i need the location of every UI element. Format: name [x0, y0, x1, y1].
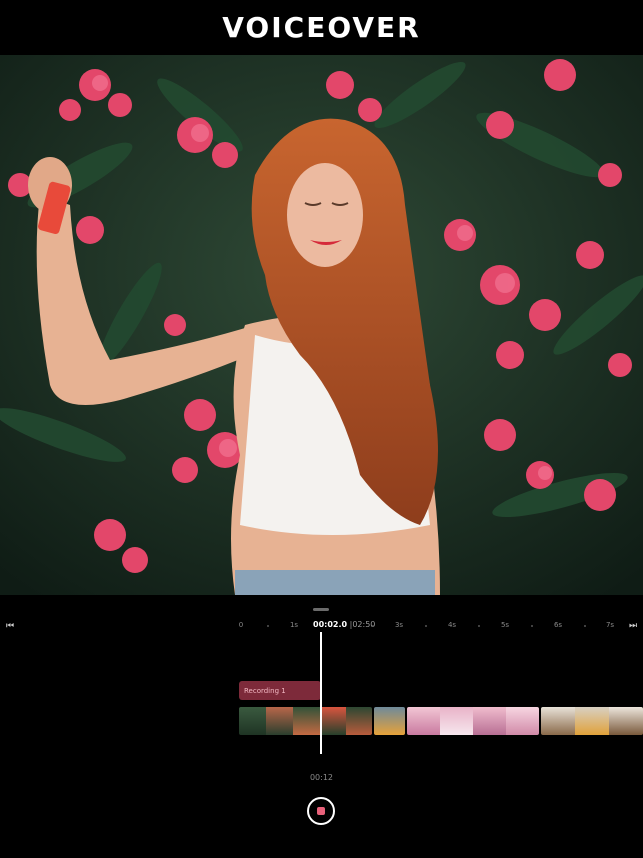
timeline-ruler[interactable]: ⏮ 0 1s 00:02.0 |02:50 3s 4s 5s 6s 7s ⏭ — [0, 619, 643, 633]
clip-thumbnail — [346, 707, 372, 735]
tick-dot — [267, 625, 269, 627]
page-title: VOICEOVER — [222, 11, 421, 44]
clip-thumbnail — [374, 707, 405, 735]
video-clip-2[interactable] — [374, 707, 405, 735]
clip-thumbnail — [541, 707, 575, 735]
current-time: 00:02.0 — [313, 620, 348, 629]
clip-thumbnail — [440, 707, 473, 735]
tick-dot — [425, 625, 427, 627]
elapsed-time: 00:12 — [309, 773, 334, 782]
clip-thumbnail — [293, 707, 320, 735]
tick-dot — [584, 625, 586, 627]
tick-label: 5s — [500, 621, 510, 629]
video-clip-1[interactable] — [239, 707, 372, 735]
clip-thumbnail — [320, 707, 346, 735]
tick-label: 6s — [553, 621, 563, 629]
recording-clip[interactable]: Recording 1 — [239, 681, 321, 700]
record-button[interactable] — [307, 797, 335, 825]
tick-label: 3s — [394, 621, 404, 629]
record-stop-icon — [317, 807, 325, 815]
video-frame-image — [0, 55, 643, 595]
clip-thumbnail — [575, 707, 609, 735]
skip-to-start-icon[interactable]: ⏮ — [3, 619, 17, 633]
voiceover-panel: ⏮ 0 1s 00:02.0 |02:50 3s 4s 5s 6s 7s ⏭ R… — [0, 597, 643, 858]
clip-thumbnail — [239, 707, 266, 735]
playhead[interactable] — [320, 632, 322, 754]
app-header: VOICEOVER — [0, 0, 643, 55]
recording-clip-label: Recording 1 — [244, 686, 286, 695]
tick-label: 4s — [447, 621, 457, 629]
tick-label: 0 — [238, 621, 244, 629]
current-timecode: 00:02.0 |02:50 — [313, 620, 376, 629]
panel-drag-handle[interactable] — [313, 608, 329, 611]
clip-thumbnail — [266, 707, 293, 735]
tick-label: 7s — [605, 621, 615, 629]
video-preview[interactable] — [0, 55, 643, 595]
clip-thumbnail — [407, 707, 440, 735]
tick-dot — [478, 625, 480, 627]
tick-dot — [531, 625, 533, 627]
tick-dot — [372, 625, 374, 627]
clip-thumbnail — [506, 707, 539, 735]
video-clip-3[interactable] — [407, 707, 539, 735]
clip-thumbnail — [473, 707, 506, 735]
video-clip-4[interactable] — [541, 707, 643, 735]
skip-to-end-icon[interactable]: ⏭ — [626, 619, 640, 633]
tick-label: 1s — [289, 621, 299, 629]
clip-thumbnail — [609, 707, 643, 735]
